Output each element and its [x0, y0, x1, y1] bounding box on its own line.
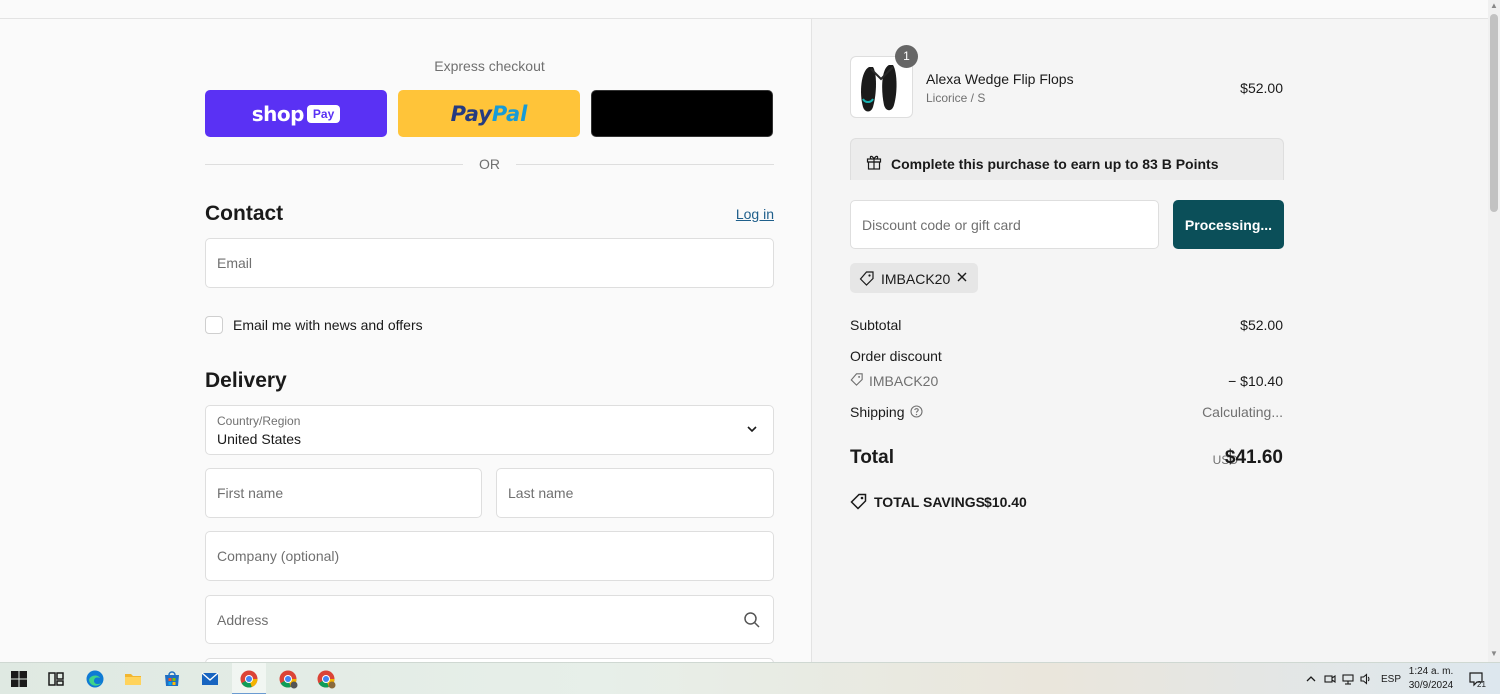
applied-discount-code: IMBACK20 — [881, 271, 951, 287]
tag-icon — [850, 373, 863, 386]
store-icon[interactable] — [162, 669, 182, 689]
language-indicator[interactable]: ESP — [1381, 674, 1401, 685]
search-icon — [744, 612, 760, 628]
mail-icon[interactable] — [200, 669, 220, 689]
system-clock[interactable]: 1:24 a. m. 30/9/2024 — [1403, 665, 1459, 693]
express-checkout-title: Express checkout — [434, 58, 545, 74]
chrome-profile-icon[interactable] — [316, 669, 336, 689]
windows-start-icon[interactable] — [9, 669, 29, 689]
product-price: $52.00 — [1240, 80, 1283, 96]
scroll-down-icon[interactable]: ▼ — [1490, 650, 1498, 658]
edge-browser-icon[interactable] — [85, 669, 105, 689]
savings-tag-icon — [850, 493, 867, 510]
last-name-field[interactable]: Last name — [496, 468, 774, 518]
address-field[interactable]: Address — [205, 595, 774, 644]
scroll-up-icon[interactable]: ▲ — [1490, 2, 1498, 10]
paypal-button[interactable]: PayPal — [398, 90, 580, 137]
order-summary-column: 1 Alexa Wedge Flip Flops Licorice / S $5… — [811, 19, 1488, 662]
file-explorer-icon[interactable] — [123, 669, 143, 689]
or-divider: OR — [205, 153, 774, 175]
shop-pay-badge: Pay — [306, 104, 341, 123]
newsletter-checkbox[interactable] — [205, 316, 223, 334]
paypal-logo: PayPal — [450, 101, 528, 126]
network-icon[interactable] — [1342, 673, 1354, 685]
volume-icon[interactable] — [1360, 673, 1372, 685]
rewards-banner: Complete this purchase to earn up to 83 … — [850, 138, 1284, 180]
shop-pay-logo: shop — [251, 101, 305, 126]
quantity-badge: 1 — [895, 45, 918, 68]
help-icon[interactable] — [910, 405, 923, 418]
login-link[interactable]: Log in — [700, 206, 774, 222]
applied-discount-tag: IMBACK20 — [850, 263, 978, 293]
chevron-down-icon — [747, 426, 757, 433]
notifications-count: 21 — [1477, 680, 1486, 689]
subtotal-label: Subtotal — [850, 317, 902, 333]
top-header-strip — [0, 0, 1488, 19]
order-discount-code: IMBACK20 — [869, 373, 939, 389]
page-scrollbar[interactable]: ▲ ▼ — [1488, 0, 1500, 662]
company-field[interactable]: Company (optional) — [205, 531, 774, 581]
rewards-text: Complete this purchase to earn up to 83 … — [891, 156, 1219, 172]
delivery-title: Delivery — [205, 369, 287, 392]
close-icon[interactable] — [955, 270, 969, 284]
subtotal-value: $52.00 — [1240, 317, 1283, 333]
discount-code-input[interactable]: Discount code or gift card — [850, 200, 1159, 249]
meet-icon[interactable] — [1324, 673, 1336, 685]
product-name: Alexa Wedge Flip Flops — [926, 71, 1074, 87]
checkout-form-column: Express checkout shop Pay PayPal OR Cont… — [0, 19, 811, 662]
total-savings-value: $10.40 — [984, 494, 1027, 510]
shipping-label: Shipping — [850, 404, 905, 420]
first-name-field[interactable]: First name — [205, 468, 482, 518]
newsletter-label: Email me with news and offers — [233, 317, 423, 333]
shop-pay-button[interactable]: shop Pay — [205, 90, 387, 137]
gift-icon — [866, 155, 882, 170]
order-discount-value: − $10.40 — [1228, 373, 1283, 389]
contact-title: Contact — [205, 202, 284, 225]
product-variant: Licorice / S — [926, 91, 986, 105]
task-view-icon[interactable] — [46, 669, 66, 689]
tag-icon — [859, 271, 874, 286]
total-value: $41.60 — [1224, 447, 1283, 468]
chrome-icon[interactable] — [239, 669, 259, 689]
scrollbar-thumb[interactable] — [1490, 14, 1498, 212]
taskbar: ESP 1:24 a. m. 30/9/2024 21 — [0, 662, 1500, 694]
country-select[interactable]: Country/Region United States — [205, 405, 774, 455]
chevron-up-icon[interactable] — [1305, 673, 1317, 685]
order-discount-label: Order discount — [850, 348, 942, 364]
chrome-profile-icon[interactable] — [278, 669, 298, 689]
email-field[interactable]: Email — [205, 238, 774, 288]
total-savings-label: TOTAL SAVINGS — [874, 494, 985, 510]
total-label: Total — [850, 447, 894, 468]
apply-discount-button[interactable]: Processing... — [1173, 200, 1284, 249]
google-pay-button[interactable] — [591, 90, 773, 137]
shipping-value: Calculating... — [1202, 404, 1283, 420]
